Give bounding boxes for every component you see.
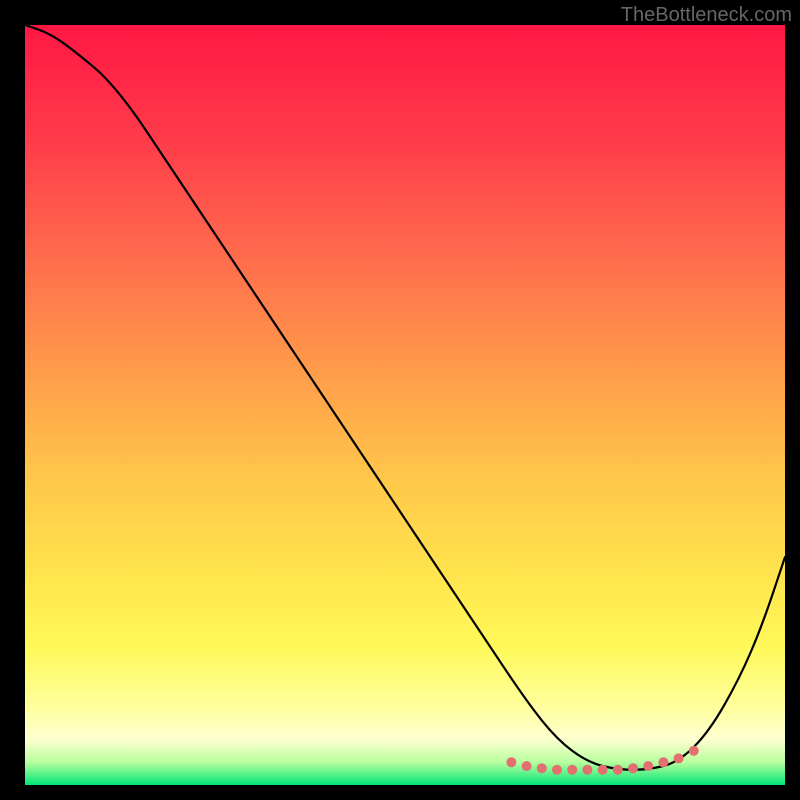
highlight-markers [506,746,698,775]
marker-dot [658,757,668,767]
marker-dot [689,746,699,756]
marker-dot [552,765,562,775]
marker-dot [643,761,653,771]
watermark-text: TheBottleneck.com [621,4,792,27]
marker-dot [613,765,623,775]
marker-dot [582,765,592,775]
marker-dot [522,761,532,771]
marker-dot [537,763,547,773]
chart-container [25,25,785,785]
marker-dot [598,765,608,775]
marker-dot [628,763,638,773]
marker-dot [567,765,577,775]
bottleneck-curve [25,25,785,770]
curve-layer [25,25,785,785]
marker-dot [674,753,684,763]
marker-dot [506,757,516,767]
